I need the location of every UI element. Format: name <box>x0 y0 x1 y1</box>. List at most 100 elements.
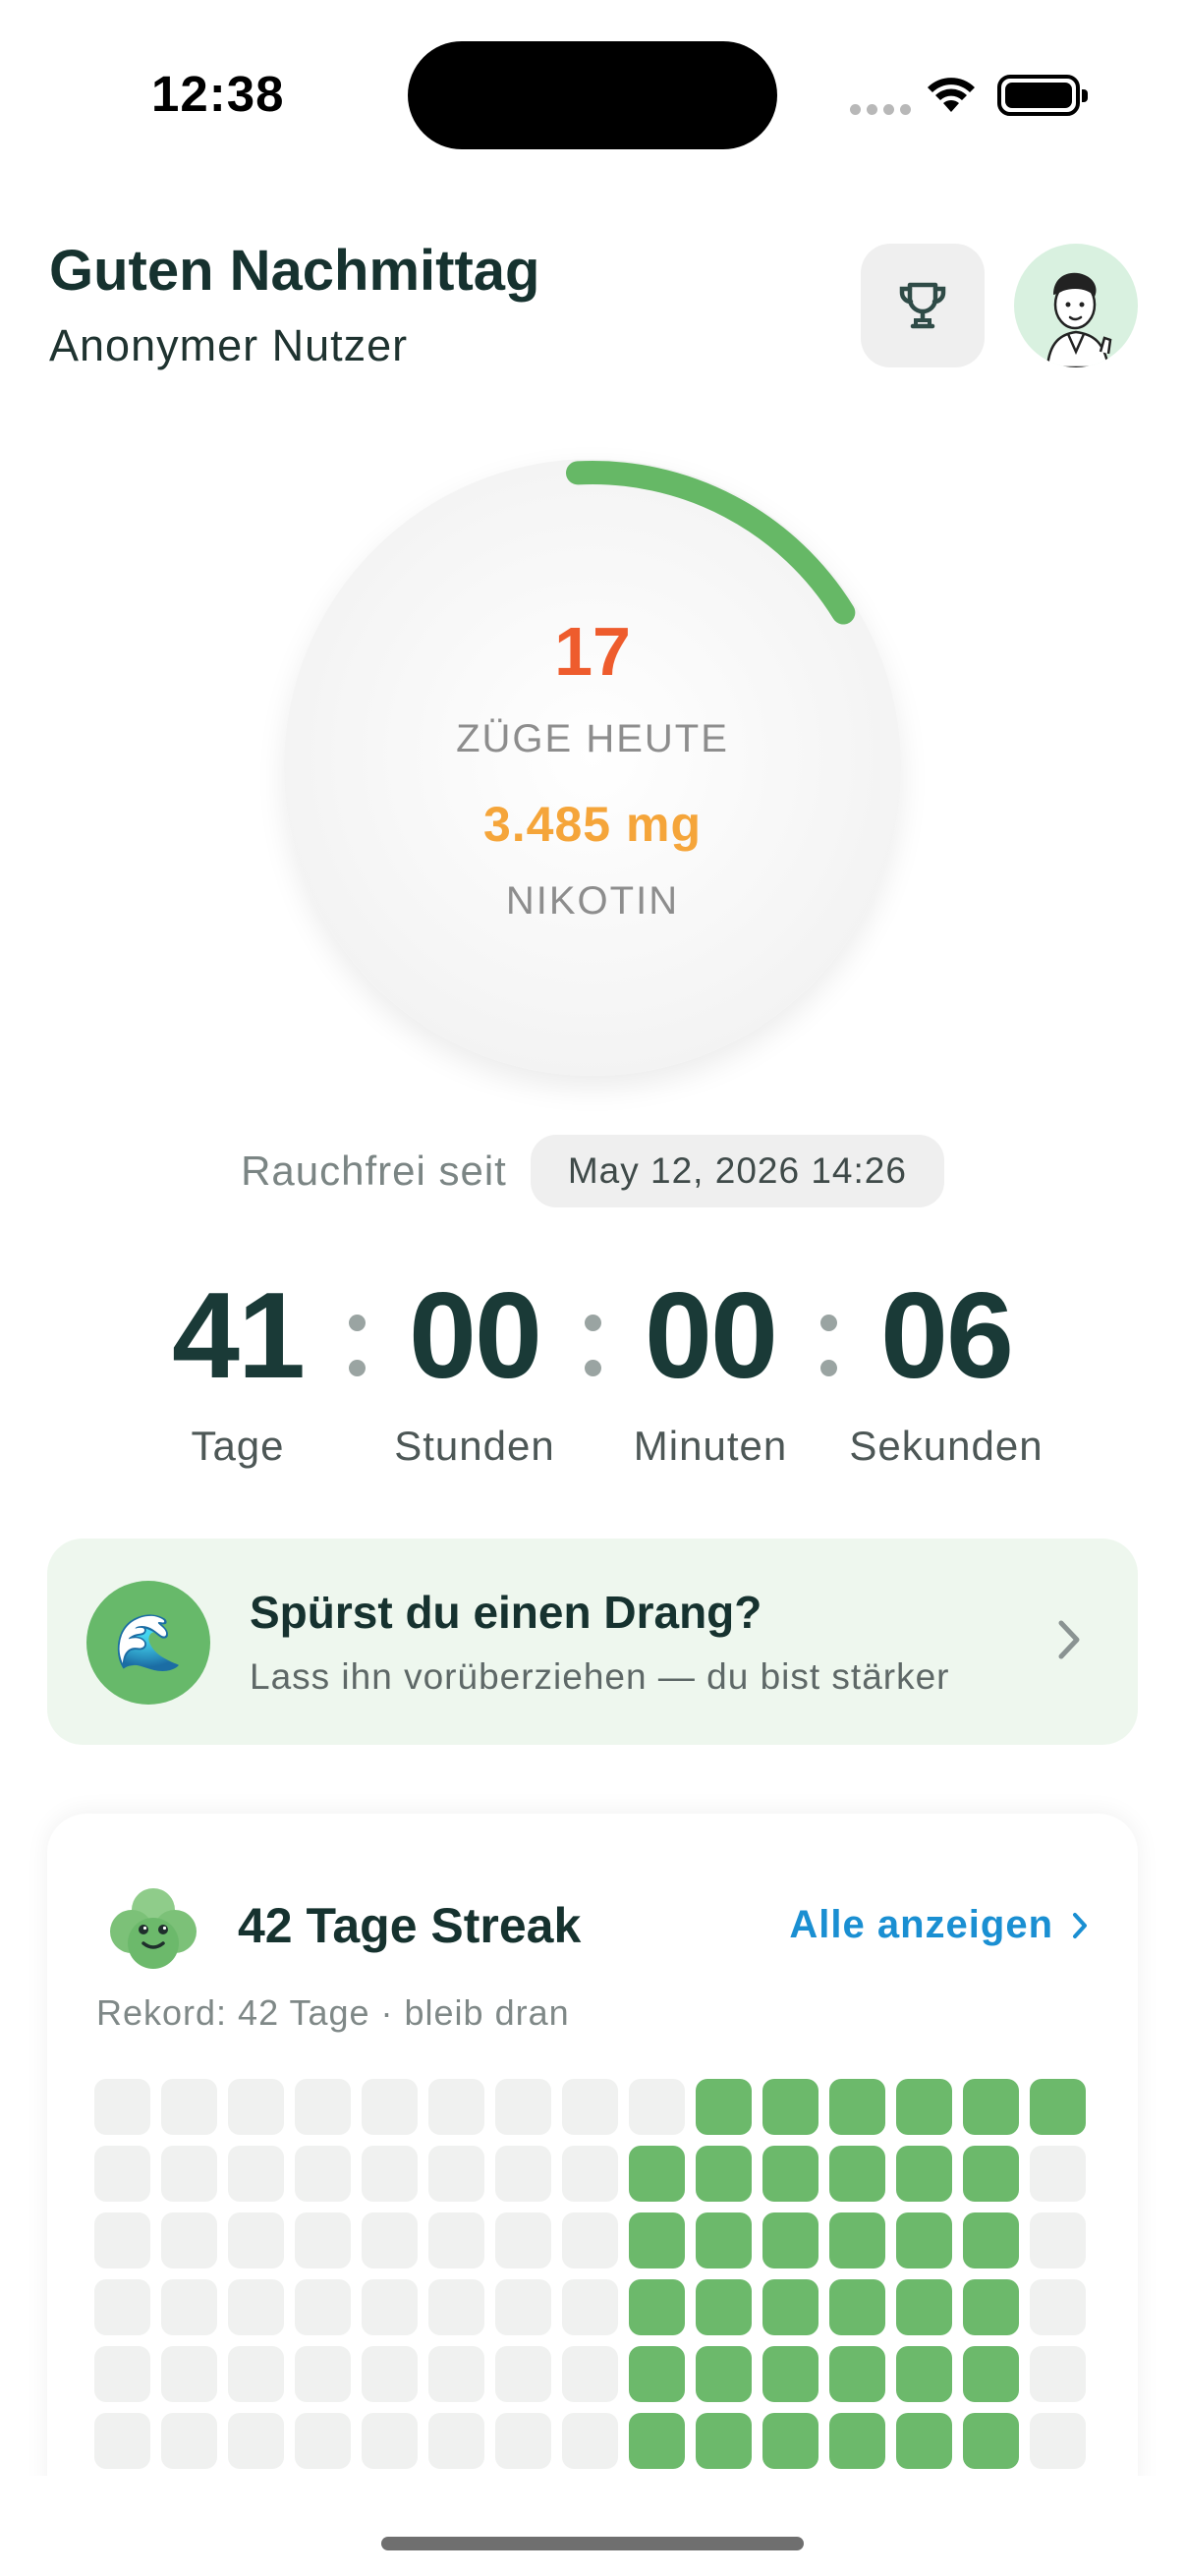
streak-day-filled <box>896 2413 952 2469</box>
avatar-illustration-icon <box>1045 272 1112 367</box>
nicotine-label: NIKOTIN <box>505 879 680 923</box>
streak-day-filled <box>896 2212 952 2268</box>
streak-day-empty <box>161 2146 217 2202</box>
streak-day-empty <box>562 2146 618 2202</box>
streak-day-filled <box>762 2279 818 2335</box>
streak-day-filled <box>1030 2079 1086 2135</box>
streak-day-empty <box>495 2413 551 2469</box>
streak-day-empty <box>495 2346 551 2402</box>
streak-day-empty <box>228 2212 284 2268</box>
streak-day-filled <box>896 2279 952 2335</box>
streak-day-empty <box>629 2079 685 2135</box>
streak-day-empty <box>94 2413 150 2469</box>
craving-help-card[interactable]: 🌊 Spürst du einen Drang? Lass ihn vorübe… <box>47 1539 1138 1745</box>
quit-date-button[interactable]: May 12, 2026 14:26 <box>530 1135 944 1207</box>
cellular-signal-icon <box>850 104 911 115</box>
streak-day-empty <box>362 2413 418 2469</box>
timer-days-value: 41 <box>172 1268 306 1404</box>
achievements-button[interactable] <box>861 244 985 367</box>
streak-day-filled <box>762 2212 818 2268</box>
streak-day-filled <box>762 2079 818 2135</box>
smoke-free-since-row: Rauchfrei seit May 12, 2026 14:26 <box>0 1135 1185 1207</box>
profile-avatar[interactable] <box>1014 244 1138 367</box>
streak-day-filled <box>829 2346 885 2402</box>
streak-day-filled <box>963 2146 1019 2202</box>
streak-day-empty <box>562 2279 618 2335</box>
timer-hours-label: Stunden <box>394 1423 555 1469</box>
status-time: 12:38 <box>151 66 285 122</box>
battery-icon <box>997 75 1088 116</box>
streak-day-empty <box>1030 2413 1086 2469</box>
streak-day-empty <box>94 2212 150 2268</box>
streak-day-filled <box>963 2212 1019 2268</box>
streak-day-empty <box>161 2212 217 2268</box>
wifi-icon <box>928 78 975 112</box>
streak-day-filled <box>629 2346 685 2402</box>
daily-puffs-ring[interactable]: 17 ZÜGE HEUTE 3.485 mg NIKOTIN <box>280 455 905 1080</box>
streak-day-empty <box>94 2079 150 2135</box>
streak-day-empty <box>228 2413 284 2469</box>
streak-day-empty <box>428 2212 484 2268</box>
puffs-label: ZÜGE HEUTE <box>456 717 729 760</box>
streak-day-empty <box>362 2079 418 2135</box>
streak-day-filled <box>696 2212 752 2268</box>
streak-day-empty <box>562 2079 618 2135</box>
streak-day-filled <box>696 2279 752 2335</box>
craving-card-subtitle: Lass ihn vorüberziehen — du bist stärker <box>250 1656 950 1697</box>
bottom-safe-area <box>0 2476 1185 2576</box>
streak-day-filled <box>829 2413 885 2469</box>
ring-progress-svg <box>566 461 856 625</box>
streak-day-filled <box>896 2079 952 2135</box>
puffs-count: 17 <box>554 613 631 690</box>
streak-day-empty <box>295 2346 351 2402</box>
streak-day-empty <box>495 2212 551 2268</box>
streak-day-empty <box>1030 2146 1086 2202</box>
streak-day-filled <box>963 2079 1019 2135</box>
show-all-link[interactable]: Alle anzeigen <box>789 1903 1089 1947</box>
streak-mascot-icon <box>110 1888 197 1969</box>
streak-day-empty <box>428 2413 484 2469</box>
timer-seconds: 06 Sekunden <box>828 1268 1064 1470</box>
streak-day-filled <box>629 2413 685 2469</box>
streak-day-filled <box>829 2146 885 2202</box>
greeting-title: Guten Nachmittag <box>49 239 540 303</box>
streak-day-empty <box>362 2212 418 2268</box>
timer-minutes-label: Minuten <box>633 1423 788 1469</box>
streak-day-filled <box>629 2212 685 2268</box>
streak-day-filled <box>829 2079 885 2135</box>
streak-day-empty <box>495 2279 551 2335</box>
streak-day-empty <box>495 2079 551 2135</box>
streak-day-empty <box>362 2279 418 2335</box>
streak-day-empty <box>428 2279 484 2335</box>
streak-card: 42 Tage Streak Alle anzeigen Rekord: 42 … <box>47 1814 1138 2576</box>
streak-day-filled <box>896 2146 952 2202</box>
timer-seconds-value: 06 <box>880 1268 1014 1404</box>
status-bar: 12:38 <box>0 0 1185 187</box>
timer-days-label: Tage <box>191 1423 285 1469</box>
streak-day-filled <box>696 2346 752 2402</box>
streak-day-filled <box>629 2146 685 2202</box>
streak-day-empty <box>495 2146 551 2202</box>
streak-day-filled <box>629 2279 685 2335</box>
trophy-icon <box>899 282 946 329</box>
streak-day-empty <box>228 2279 284 2335</box>
streak-day-empty <box>295 2079 351 2135</box>
username-label: Anonymer Nutzer <box>49 320 409 370</box>
timer-minutes-value: 00 <box>645 1268 778 1404</box>
streak-day-empty <box>1030 2346 1086 2402</box>
smoke-free-timer: 41 Tage 00 Stunden 00 Minuten 06 Sekunde… <box>0 1268 1185 1474</box>
streak-day-empty <box>562 2212 618 2268</box>
streak-day-empty <box>362 2146 418 2202</box>
streak-day-filled <box>963 2346 1019 2402</box>
streak-day-empty <box>428 2146 484 2202</box>
streak-day-empty <box>428 2346 484 2402</box>
streak-day-empty <box>228 2079 284 2135</box>
chevron-right-icon <box>1058 1620 1080 1659</box>
streak-day-empty <box>295 2212 351 2268</box>
streak-day-empty <box>428 2079 484 2135</box>
streak-day-empty <box>295 2146 351 2202</box>
home-indicator[interactable] <box>381 2537 804 2550</box>
streak-day-filled <box>696 2079 752 2135</box>
craving-card-title: Spürst du einen Drang? <box>250 1587 762 1638</box>
streak-title: 42 Tage Streak <box>238 1898 582 1953</box>
